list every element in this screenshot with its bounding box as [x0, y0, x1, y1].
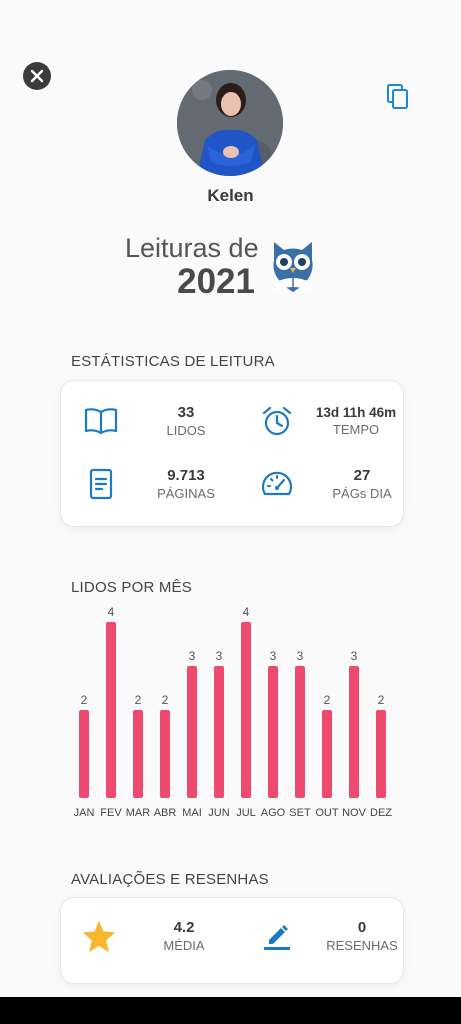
stat-time: 13d 11h 46m TEMPO [259, 403, 411, 439]
stat-read: 33 LIDOS [83, 403, 241, 439]
category-label: ABR [154, 807, 177, 819]
bar-jan [79, 710, 89, 798]
bar-value-label: 4 [243, 605, 250, 619]
copy-button[interactable] [385, 83, 411, 111]
close-icon [30, 69, 44, 83]
bar-value-label: 3 [270, 649, 277, 663]
copy-icon [387, 84, 408, 109]
stat-pages-per-day-value: 27 [353, 467, 371, 484]
bar-out [322, 710, 332, 798]
bar-value-label: 4 [108, 605, 115, 619]
category-label: NOV [342, 807, 367, 819]
stat-time-value: 13d 11h 46m [315, 405, 397, 420]
reading-stats-title: ESTÁTISTICAS DE LEITURA [71, 353, 275, 370]
reviews-count-value: 0 [357, 919, 367, 936]
stat-average: 4.2 MÉDIA [81, 918, 239, 954]
header-title: Leituras de [125, 233, 259, 263]
book-icon [83, 403, 119, 439]
stat-time-label: TEMPO [332, 422, 380, 437]
profile-name: Kelen [207, 186, 254, 205]
pencil-icon [259, 918, 295, 954]
speedometer-icon [259, 466, 295, 502]
stat-pages-label: PÁGINAS [157, 486, 215, 501]
system-navigation-bar [0, 997, 461, 1024]
bar-value-label: 2 [135, 693, 142, 707]
bar-jun [214, 666, 224, 798]
owl-logo [268, 238, 318, 296]
bar-jul [241, 622, 251, 798]
category-label: FEV [100, 807, 122, 819]
reviews-title: AVALIAÇÕES E RESENHAS [71, 871, 269, 888]
bar-value-label: 2 [81, 693, 88, 707]
bar-value-label: 2 [324, 693, 331, 707]
bar-value-label: 2 [162, 693, 169, 707]
document-icon [83, 466, 119, 502]
category-label: OUT [315, 807, 339, 819]
stat-read-label: LIDOS [166, 423, 206, 438]
bar-value-label: 3 [189, 649, 196, 663]
reviews-card: 4.2 MÉDIA 0 RESENHAS [60, 897, 404, 984]
monthly-bar-chart: 2 JAN 4 FEV 2 MAR 2 ABR 3 MAI 3 JUN 4 JUL 3 AGO 3 SET 2 OUT… [74, 605, 393, 819]
bar-abr [160, 710, 170, 798]
average-value: 4.2 [173, 919, 195, 936]
stat-read-value: 33 [177, 404, 195, 421]
bar-value-label: 3 [351, 649, 358, 663]
bar-nov [349, 666, 359, 798]
star-icon [81, 918, 117, 954]
bar-ago [268, 666, 278, 798]
stat-pages: 9.713 PÁGINAS [83, 466, 241, 502]
bar-mar [133, 710, 143, 798]
bar-value-label: 3 [297, 649, 304, 663]
category-label: MAI [182, 807, 202, 819]
owl-icon [273, 242, 313, 292]
close-button[interactable] [23, 62, 51, 90]
category-label: SET [289, 807, 311, 819]
average-label: MÉDIA [163, 938, 205, 953]
reviews-count-label: RESENHAS [326, 938, 398, 953]
stat-pages-value: 9.713 [167, 467, 205, 484]
category-label: JUN [208, 807, 229, 819]
bar-value-label: 3 [216, 649, 223, 663]
category-label: MAR [126, 807, 151, 819]
year-header: Leituras de 2021 [125, 232, 259, 301]
bar-mai [187, 666, 197, 798]
stat-pages-per-day: 27 PÁGs DIA [259, 466, 417, 502]
header-year: 2021 [177, 262, 255, 301]
monthly-title: LIDOS POR MÊS [71, 579, 192, 596]
reading-stats-card: 33 LIDOS 13d 11h 46m TEMPO 9.713 PÁGINAS [60, 380, 404, 527]
bar-fev [106, 622, 116, 798]
category-label: JAN [74, 807, 95, 819]
bar-set [295, 666, 305, 798]
stat-reviews-count[interactable]: 0 RESENHAS [259, 918, 417, 954]
avatar [177, 70, 283, 176]
bar-dez [376, 710, 386, 798]
category-label: JUL [236, 807, 256, 819]
bar-value-label: 2 [378, 693, 385, 707]
category-label: DEZ [370, 807, 392, 819]
category-label: AGO [261, 807, 286, 819]
alarm-clock-icon [259, 403, 295, 439]
stat-pages-per-day-label: PÁGs DIA [332, 486, 392, 501]
